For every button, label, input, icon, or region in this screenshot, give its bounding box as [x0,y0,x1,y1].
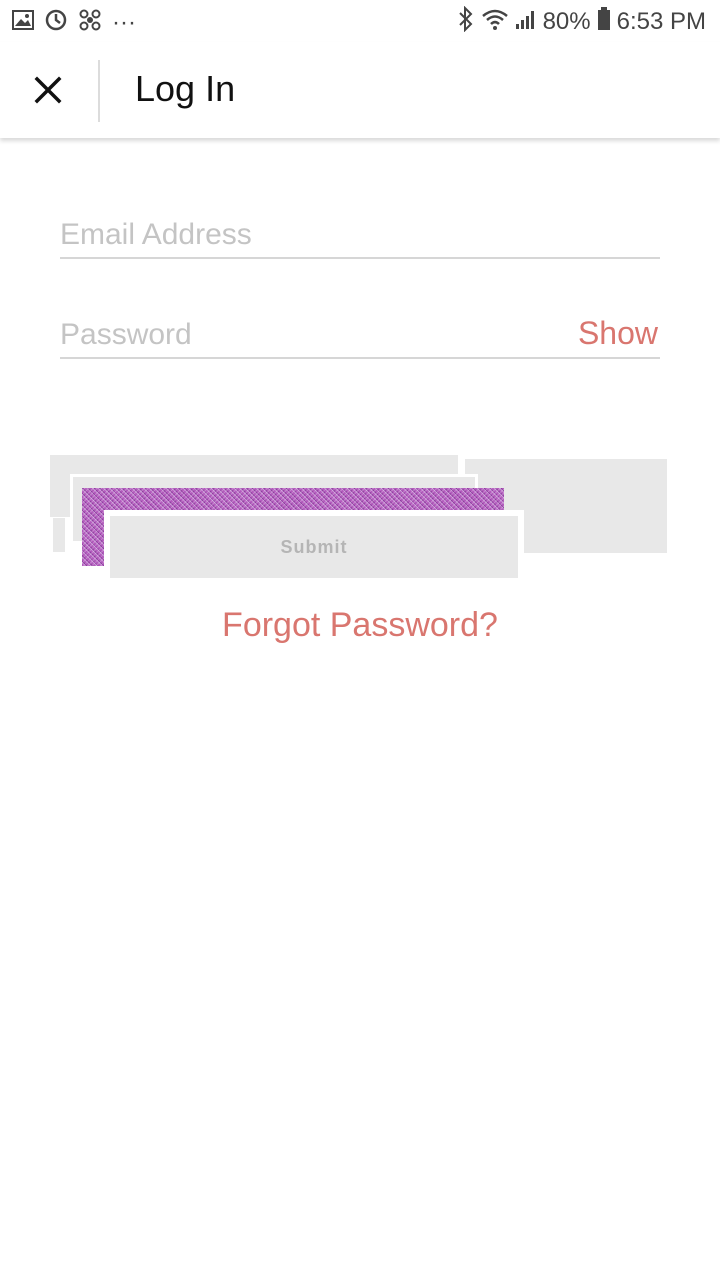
status-left: ··· [12,8,136,37]
fan-icon [78,8,102,37]
page-title: Log In [135,68,236,109]
more-dots-icon: ··· [112,8,136,36]
gallery-icon [12,10,34,35]
sync-icon [44,8,68,37]
signal-icon [515,8,537,35]
email-field[interactable] [60,213,660,257]
submit-ghost-3 [53,518,65,552]
header-divider [98,60,100,122]
submit-button[interactable]: Submit [110,516,518,578]
password-field[interactable] [60,313,660,357]
status-bar: ··· 80% 6:53 PM [0,0,720,42]
bluetooth-icon [457,5,475,37]
status-time: 6:53 PM [616,7,706,35]
battery-percent: 80% [542,7,591,35]
show-password-button[interactable]: Show [578,315,658,352]
wifi-icon [481,7,509,36]
app-header: Log In [0,42,720,138]
email-field-container [60,213,660,259]
status-right: 80% 6:53 PM [457,5,706,37]
battery-icon [597,7,611,36]
close-icon [34,76,62,104]
close-button[interactable] [22,64,74,116]
password-field-container: Show [60,313,660,359]
forgot-password-link[interactable]: Forgot Password? [0,606,720,645]
